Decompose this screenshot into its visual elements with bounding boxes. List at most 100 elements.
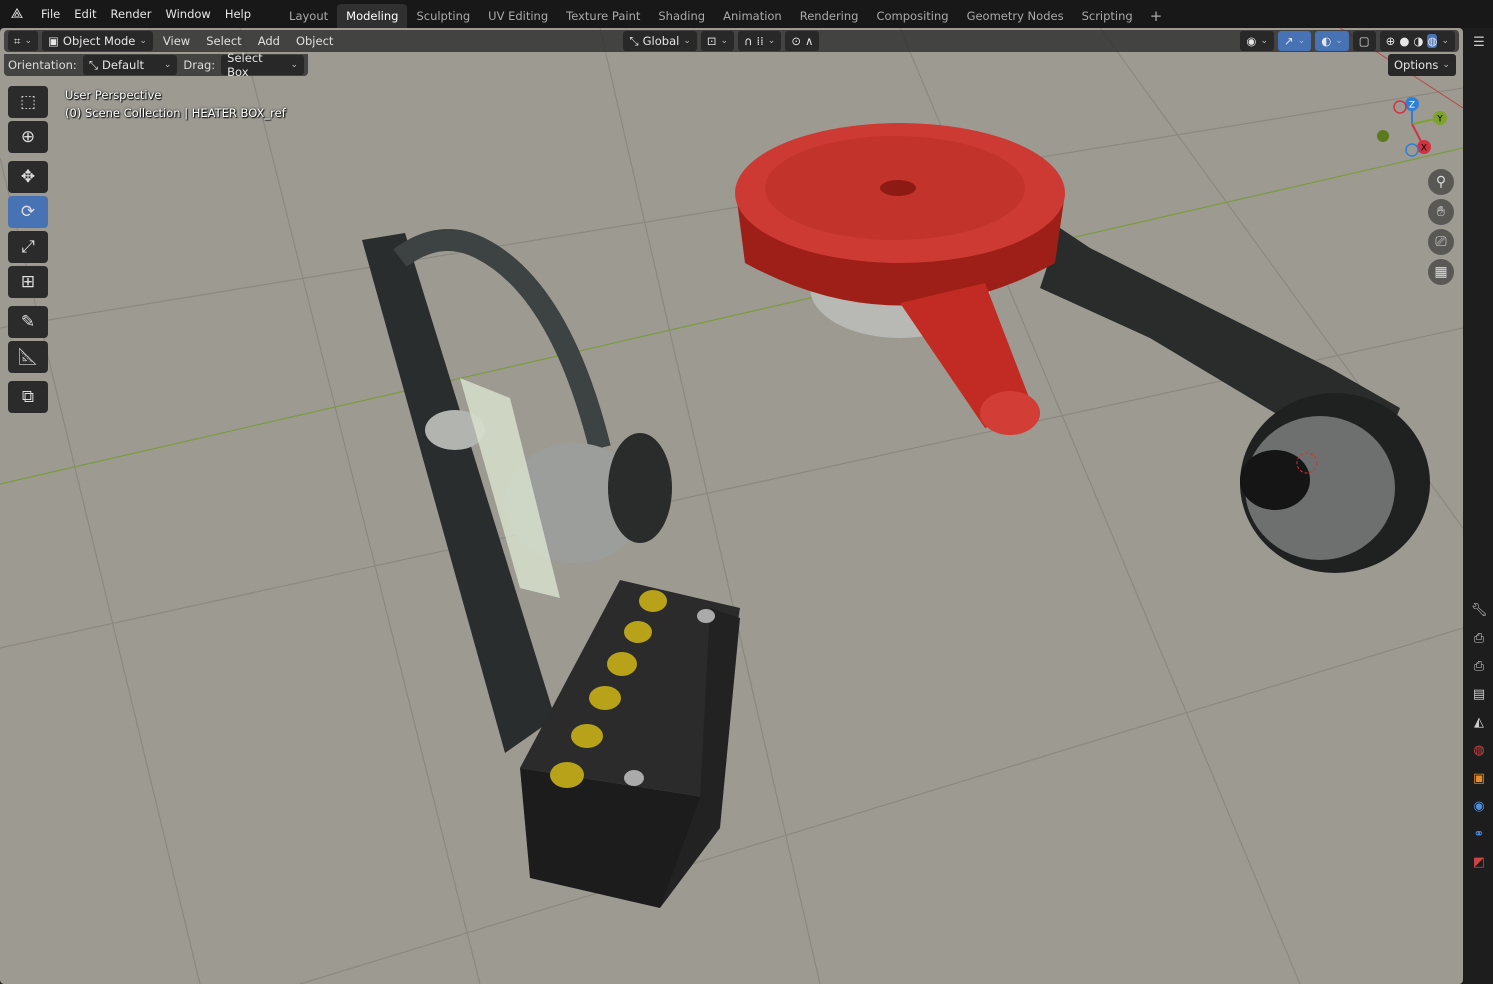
overlay-toggle[interactable]: ◐ ⌄ (1315, 31, 1349, 51)
snap-toggle[interactable]: ∩ ⁞⁞ ⌄ (738, 31, 782, 51)
select-box-tool[interactable]: ⬚ (8, 86, 48, 118)
grid-icon: ▦ (1434, 264, 1448, 280)
xray-icon: ▢ (1358, 34, 1370, 48)
pivot-icon: ⊡ (706, 34, 717, 48)
tab-uv-editing[interactable]: UV Editing (479, 4, 557, 28)
3d-viewport[interactable]: ⌗ ⌄ ▣ Object Mode ⌄ View Select Add Object … (0, 28, 1463, 984)
annotate-icon: ✎ (20, 312, 36, 332)
add-workspace-button[interactable]: + (1142, 4, 1171, 28)
svg-text:X: X (1421, 144, 1427, 154)
tab-modeling[interactable]: Modeling (337, 4, 408, 28)
render-properties-icon[interactable]: ⎙ (1465, 624, 1493, 652)
options-label: Options (1394, 58, 1439, 72)
tool-settings-bar: Orientation: ⤡ Default ⌄ Drag: Select Box ⌄ (4, 51, 308, 79)
tab-animation[interactable]: Animation (714, 4, 791, 28)
zoom-view-button[interactable]: ⚲ (1428, 169, 1454, 195)
cursor-icon: ⊕ (20, 127, 36, 147)
menu-file[interactable]: File (34, 7, 67, 21)
menu-add[interactable]: Add (252, 34, 286, 48)
material-properties-icon[interactable]: ◩ (1465, 848, 1493, 876)
tab-compositing[interactable]: Compositing (867, 4, 957, 28)
editor-type-button[interactable]: ⌗ ⌄ (8, 31, 39, 51)
scene-render (0, 28, 1463, 984)
transform-icon: ⊞ (20, 272, 36, 292)
zoom-icon: ⚲ (1435, 174, 1447, 190)
physics-properties-icon[interactable]: ◉ (1465, 792, 1493, 820)
camera-view-button[interactable]: ⎚ (1428, 229, 1454, 255)
blender-logo-icon[interactable]: ⟁ (0, 6, 34, 22)
proportional-icon: ⊙ (791, 34, 801, 48)
view-name: User Perspective (65, 88, 162, 102)
falloff-icon: ∧ (804, 34, 814, 48)
object-mode-icon: ▣ (48, 34, 59, 48)
transform-orientation-dropdown[interactable]: ⤡ Global ⌄ (623, 31, 697, 51)
camera-icon: ⎚ (1435, 234, 1447, 250)
magnet-icon: ∩ (744, 34, 753, 48)
cursor-tool[interactable]: ⊕ (8, 121, 48, 153)
rotate-tool[interactable]: ⟳ (8, 196, 48, 228)
pivot-point-dropdown[interactable]: ⊡ ⌄ (700, 31, 735, 51)
svg-text:Z: Z (1409, 101, 1415, 111)
tab-sculpting[interactable]: Sculpting (407, 4, 479, 28)
tab-rendering[interactable]: Rendering (791, 4, 868, 28)
scale-icon: ⤢ (21, 237, 35, 257)
tab-layout[interactable]: Layout (280, 4, 337, 28)
menu-object[interactable]: Object (290, 34, 339, 48)
orientation-dropdown[interactable]: ⤡ Default ⌄ (82, 55, 178, 75)
output-properties-icon[interactable]: ⎙ (1465, 652, 1493, 680)
tab-texture-paint[interactable]: Texture Paint (557, 4, 649, 28)
solid-icon[interactable]: ● (1399, 34, 1409, 48)
menu-edit[interactable]: Edit (67, 7, 103, 21)
menu-help[interactable]: Help (218, 7, 258, 21)
drag-dropdown[interactable]: Select Box ⌄ (221, 51, 304, 79)
mode-dropdown[interactable]: ▣ Object Mode ⌄ (42, 31, 153, 51)
overlay-icon: ◐ (1321, 34, 1332, 48)
menu-select[interactable]: Select (200, 34, 247, 48)
view-layer-icon[interactable]: ▤ (1465, 680, 1493, 708)
scene-properties-icon[interactable]: ◭ (1465, 708, 1493, 736)
navigation-gizmo[interactable]: Z Y X (1370, 94, 1460, 164)
transform-tool[interactable]: ⊞ (8, 266, 48, 298)
top-bar: ⟁ File Edit Render Window Help Layout Modeli… (0, 0, 1493, 28)
editor-type-icon: ⌗ (14, 33, 21, 48)
tool-properties-icon[interactable]: 🔧︎ (1465, 596, 1493, 624)
outliner-icon[interactable]: ☰ (1465, 28, 1493, 56)
material-preview-icon[interactable]: ◑ (1413, 34, 1423, 48)
properties-tabs: ☰ 🔧︎ ⎙ ⎙ ▤ ◭ ◍ ▣ ◉ ⚭ ◩ (1465, 28, 1493, 984)
eye-icon: ◉ (1246, 34, 1257, 48)
measure-icon: 📐︎ (17, 347, 39, 367)
proportional-edit-toggle[interactable]: ⊙ ∧ (785, 31, 820, 51)
tab-shading[interactable]: Shading (649, 4, 714, 28)
pan-view-button[interactable]: ✋︎ (1428, 199, 1454, 225)
collection-info: (0) Scene Collection | HEATER BOX_ref (65, 106, 286, 120)
menu-window[interactable]: Window (158, 7, 217, 21)
add-cube-tool[interactable]: ⧉ (8, 381, 48, 413)
orientation-icon: ⤡ (629, 33, 639, 48)
rendered-icon[interactable]: ◍ (1427, 34, 1438, 48)
air-filter (735, 123, 1065, 435)
xray-toggle[interactable]: ▢ (1352, 31, 1376, 51)
world-properties-icon[interactable]: ◍ (1465, 736, 1493, 764)
annotate-tool[interactable]: ✎ (8, 306, 48, 338)
tab-geometry-nodes[interactable]: Geometry Nodes (958, 4, 1073, 28)
select-box-icon: ⬚ (19, 92, 37, 112)
menu-render[interactable]: Render (104, 7, 159, 21)
wireframe-icon[interactable]: ⊕ (1386, 34, 1396, 48)
add-cube-icon: ⧉ (21, 387, 35, 407)
shading-modes[interactable]: ⊕ ● ◑ ◍ ⌄ (1379, 31, 1455, 51)
visibility-dropdown[interactable]: ◉ ⌄ (1240, 31, 1275, 51)
move-tool[interactable]: ✥ (8, 161, 48, 193)
constraints-properties-icon[interactable]: ⚭ (1465, 820, 1493, 848)
menu-view[interactable]: View (157, 34, 196, 48)
orientation-label: Orientation: (8, 58, 77, 72)
scale-tool[interactable]: ⤢ (8, 231, 48, 263)
viewport-info: User Perspective (0) Scene Collection | … (65, 86, 286, 122)
options-dropdown[interactable]: Options ⌄ (1388, 54, 1456, 76)
perspective-toggle-button[interactable]: ▦ (1428, 259, 1454, 285)
viewport-header: ⌗ ⌄ ▣ Object Mode ⌄ View Select Add Object … (4, 30, 1459, 52)
measure-tool[interactable]: 📐︎ (8, 341, 48, 373)
object-properties-icon[interactable]: ▣ (1465, 764, 1493, 792)
drag-value: Select Box (227, 51, 263, 79)
tab-scripting[interactable]: Scripting (1073, 4, 1142, 28)
gizmo-toggle[interactable]: ↗ ⌄ (1278, 31, 1312, 51)
